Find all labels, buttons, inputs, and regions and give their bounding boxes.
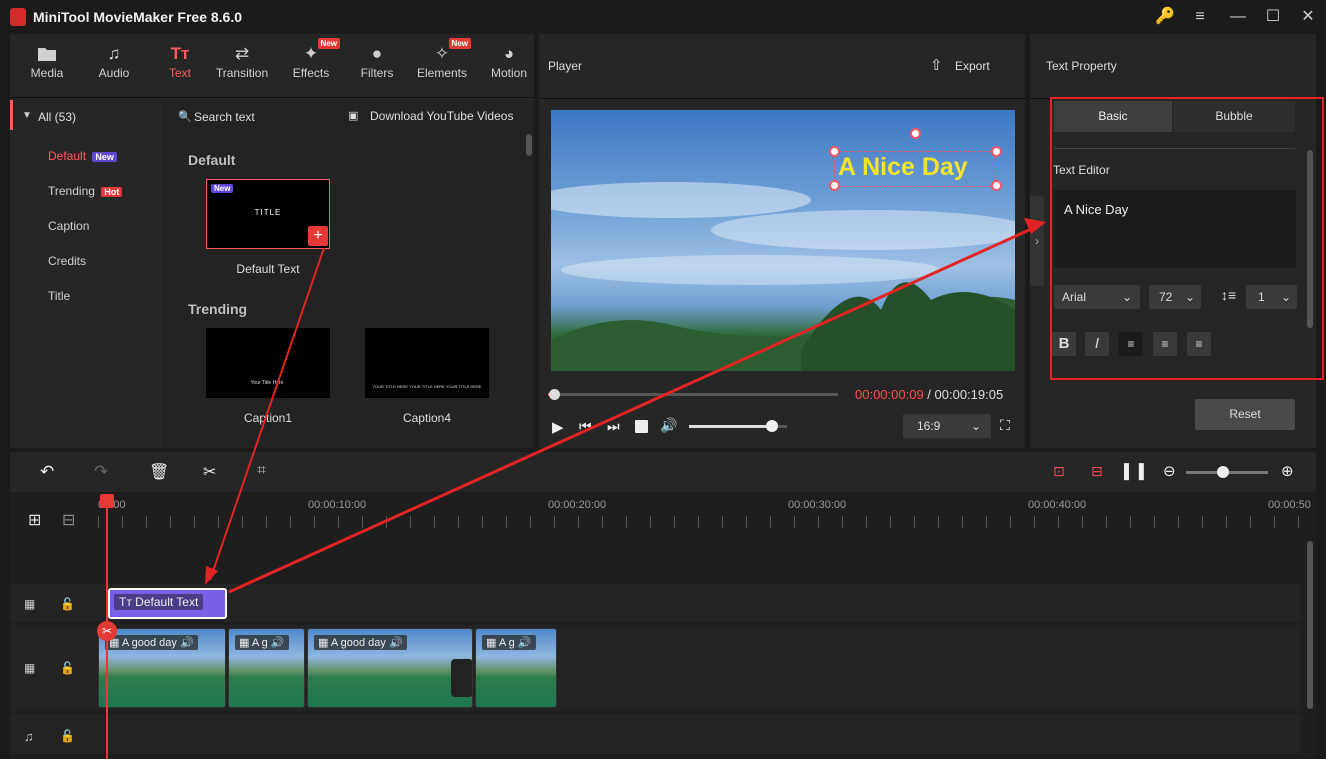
annotation-arrows xyxy=(205,218,1046,594)
